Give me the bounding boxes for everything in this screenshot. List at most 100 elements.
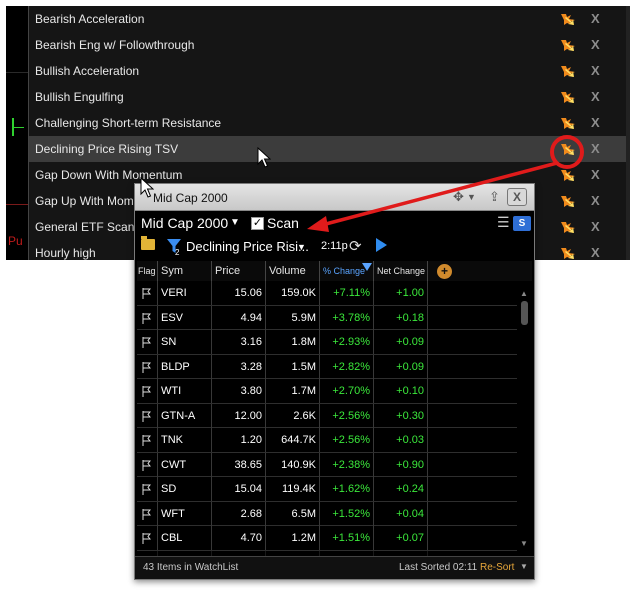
scan-name[interactable]: Declining Price Risi...: [186, 239, 309, 254]
table-row[interactable]: ESV 4.94 5.9M +3.78% +0.18: [137, 305, 517, 330]
alert-arrow-icon[interactable]: [560, 168, 576, 182]
flag-icon[interactable]: [142, 508, 151, 520]
delete-alert-button[interactable]: X: [591, 245, 600, 260]
alert-arrow-icon[interactable]: [560, 194, 576, 208]
play-icon[interactable]: [374, 237, 388, 253]
alert-row[interactable]: Bullish Acceleration X: [29, 58, 626, 84]
flag-cell[interactable]: [137, 501, 158, 526]
alert-row[interactable]: Bullish Engulfing X: [29, 84, 626, 110]
popout-icon[interactable]: ⇪: [489, 189, 500, 205]
window-right-border: [626, 6, 630, 260]
column-header-volume[interactable]: Volume: [266, 261, 320, 281]
price-cell: 4.70: [212, 526, 266, 550]
scroll-thumb[interactable]: [521, 301, 528, 325]
move-icon[interactable]: ✥: [453, 189, 464, 205]
alert-row[interactable]: Bearish Eng w/ Followthrough X: [29, 32, 626, 58]
flag-icon[interactable]: [142, 484, 151, 495]
symbol-cell: ESV: [158, 305, 212, 330]
delete-alert-button[interactable]: X: [591, 89, 600, 104]
scan-dropdown-icon[interactable]: ▼: [297, 242, 306, 252]
net-change-cell: +0.18: [374, 305, 428, 330]
chevron-down-icon[interactable]: ▼: [467, 192, 476, 202]
flag-cell[interactable]: [137, 526, 158, 550]
flag-cell[interactable]: [137, 428, 158, 452]
alert-arrow-icon[interactable]: [560, 12, 576, 26]
delete-alert-button[interactable]: X: [591, 63, 600, 78]
folder-icon[interactable]: [141, 236, 155, 250]
watchlist-dropdown-icon[interactable]: ▼: [230, 217, 240, 228]
alert-row[interactable]: Challenging Short-term Resistance X: [29, 110, 626, 136]
column-header-flag[interactable]: Flag: [137, 261, 158, 281]
flag-icon[interactable]: [142, 288, 151, 299]
delete-alert-button[interactable]: X: [591, 167, 600, 182]
alert-arrow-icon[interactable]: [560, 90, 576, 104]
add-column-icon[interactable]: +: [437, 264, 452, 279]
flag-icon[interactable]: [142, 386, 151, 397]
scrollbar[interactable]: ▲ ▼: [517, 281, 532, 557]
flag-cell[interactable]: [137, 354, 158, 379]
net-change-cell: +1.00: [374, 281, 428, 305]
table-row[interactable]: CBL 4.70 1.2M +1.51% +0.07: [137, 526, 517, 551]
alert-arrow-icon[interactable]: [560, 38, 576, 52]
table-row[interactable]: TNK 1.20 644.7K +2.56% +0.03: [137, 428, 517, 453]
flag-icon[interactable]: [142, 533, 151, 544]
table-row[interactable]: SN 3.16 1.8M +2.93% +0.09: [137, 330, 517, 355]
delete-alert-button[interactable]: X: [591, 37, 600, 52]
watchlist-toolbar: Mid Cap 2000 ▼ ✓ Scan ☰ S: [135, 211, 534, 235]
flag-icon[interactable]: [142, 361, 151, 373]
flag-cell[interactable]: [137, 330, 158, 354]
table-row[interactable]: GTN-A 12.00 2.6K +2.56% +0.30: [137, 403, 517, 428]
alert-row[interactable]: Bearish Acceleration X: [29, 6, 626, 32]
table-row[interactable]: SD 15.04 119.4K +1.62% +0.24: [137, 477, 517, 502]
delete-alert-button[interactable]: X: [591, 11, 600, 26]
scroll-up-icon[interactable]: ▲: [520, 289, 528, 298]
pct-change-cell: +2.38%: [320, 452, 374, 477]
table-row[interactable]: CWT 38.65 140.9K +2.38% +0.90: [137, 452, 517, 477]
flag-cell[interactable]: [137, 403, 158, 428]
delete-alert-button[interactable]: X: [591, 219, 600, 234]
flag-icon[interactable]: [142, 459, 151, 471]
alert-arrow-icon[interactable]: [560, 220, 576, 234]
filter-icon[interactable]: 2: [166, 238, 182, 255]
menu-icon[interactable]: ☰: [497, 214, 510, 231]
flag-cell[interactable]: [137, 379, 158, 403]
alert-arrow-icon[interactable]: [560, 142, 576, 156]
scan-checkbox[interactable]: ✓: [251, 217, 264, 230]
flag-icon[interactable]: [142, 312, 151, 324]
alert-arrow-icon[interactable]: [560, 116, 576, 130]
footer-dropdown-icon[interactable]: ▼: [520, 562, 528, 571]
flag-cell[interactable]: [137, 281, 158, 305]
table-row[interactable]: WFT 2.68 6.5M +1.52% +0.04: [137, 501, 517, 526]
table-row[interactable]: WTI 3.80 1.7M +2.70% +0.10: [137, 379, 517, 404]
scroll-down-icon[interactable]: ▼: [520, 539, 528, 548]
column-header-price[interactable]: Price: [212, 261, 266, 281]
watchlist-titlebar[interactable]: Mid Cap 2000 ✥ ▼ ⇪ X: [135, 184, 534, 211]
table-row[interactable]: BLDP 3.28 1.5M +2.82% +0.09: [137, 354, 517, 379]
flag-icon[interactable]: [142, 410, 151, 422]
column-header-sym[interactable]: Sym: [158, 261, 212, 281]
refresh-icon[interactable]: ⟳: [349, 237, 362, 255]
table-row[interactable]: VERI 15.06 159.0K +7.11% +1.00: [137, 281, 517, 306]
delete-alert-button[interactable]: X: [591, 193, 600, 208]
s-menu-icon[interactable]: S: [513, 216, 531, 231]
volume-cell: 1.5M: [266, 354, 320, 379]
delete-alert-button[interactable]: X: [591, 115, 600, 130]
delete-alert-button[interactable]: X: [591, 141, 600, 156]
scan-label[interactable]: Scan: [267, 215, 299, 231]
watchlist-name[interactable]: Mid Cap 2000: [141, 215, 228, 231]
flag-icon[interactable]: [142, 435, 151, 446]
column-header-net-change[interactable]: Net Change: [374, 261, 428, 281]
close-icon[interactable]: X: [507, 188, 527, 206]
flag-icon[interactable]: [142, 337, 151, 348]
flag-cell[interactable]: [137, 477, 158, 501]
symbol-cell: CWT: [158, 452, 212, 477]
scan-toolbar: 2 Declining Price Risi... ▼ 2:11p ⟳: [135, 235, 534, 259]
price-cell: 3.16: [212, 330, 266, 354]
flag-cell[interactable]: [137, 305, 158, 330]
alert-arrow-icon[interactable]: [560, 246, 576, 260]
resort-link[interactable]: Re-Sort: [480, 562, 514, 573]
alert-arrow-icon[interactable]: [560, 64, 576, 78]
alert-row[interactable]: Declining Price Rising TSV X: [29, 136, 626, 162]
symbol-cell: GTN-A: [158, 403, 212, 428]
flag-cell[interactable]: [137, 452, 158, 477]
